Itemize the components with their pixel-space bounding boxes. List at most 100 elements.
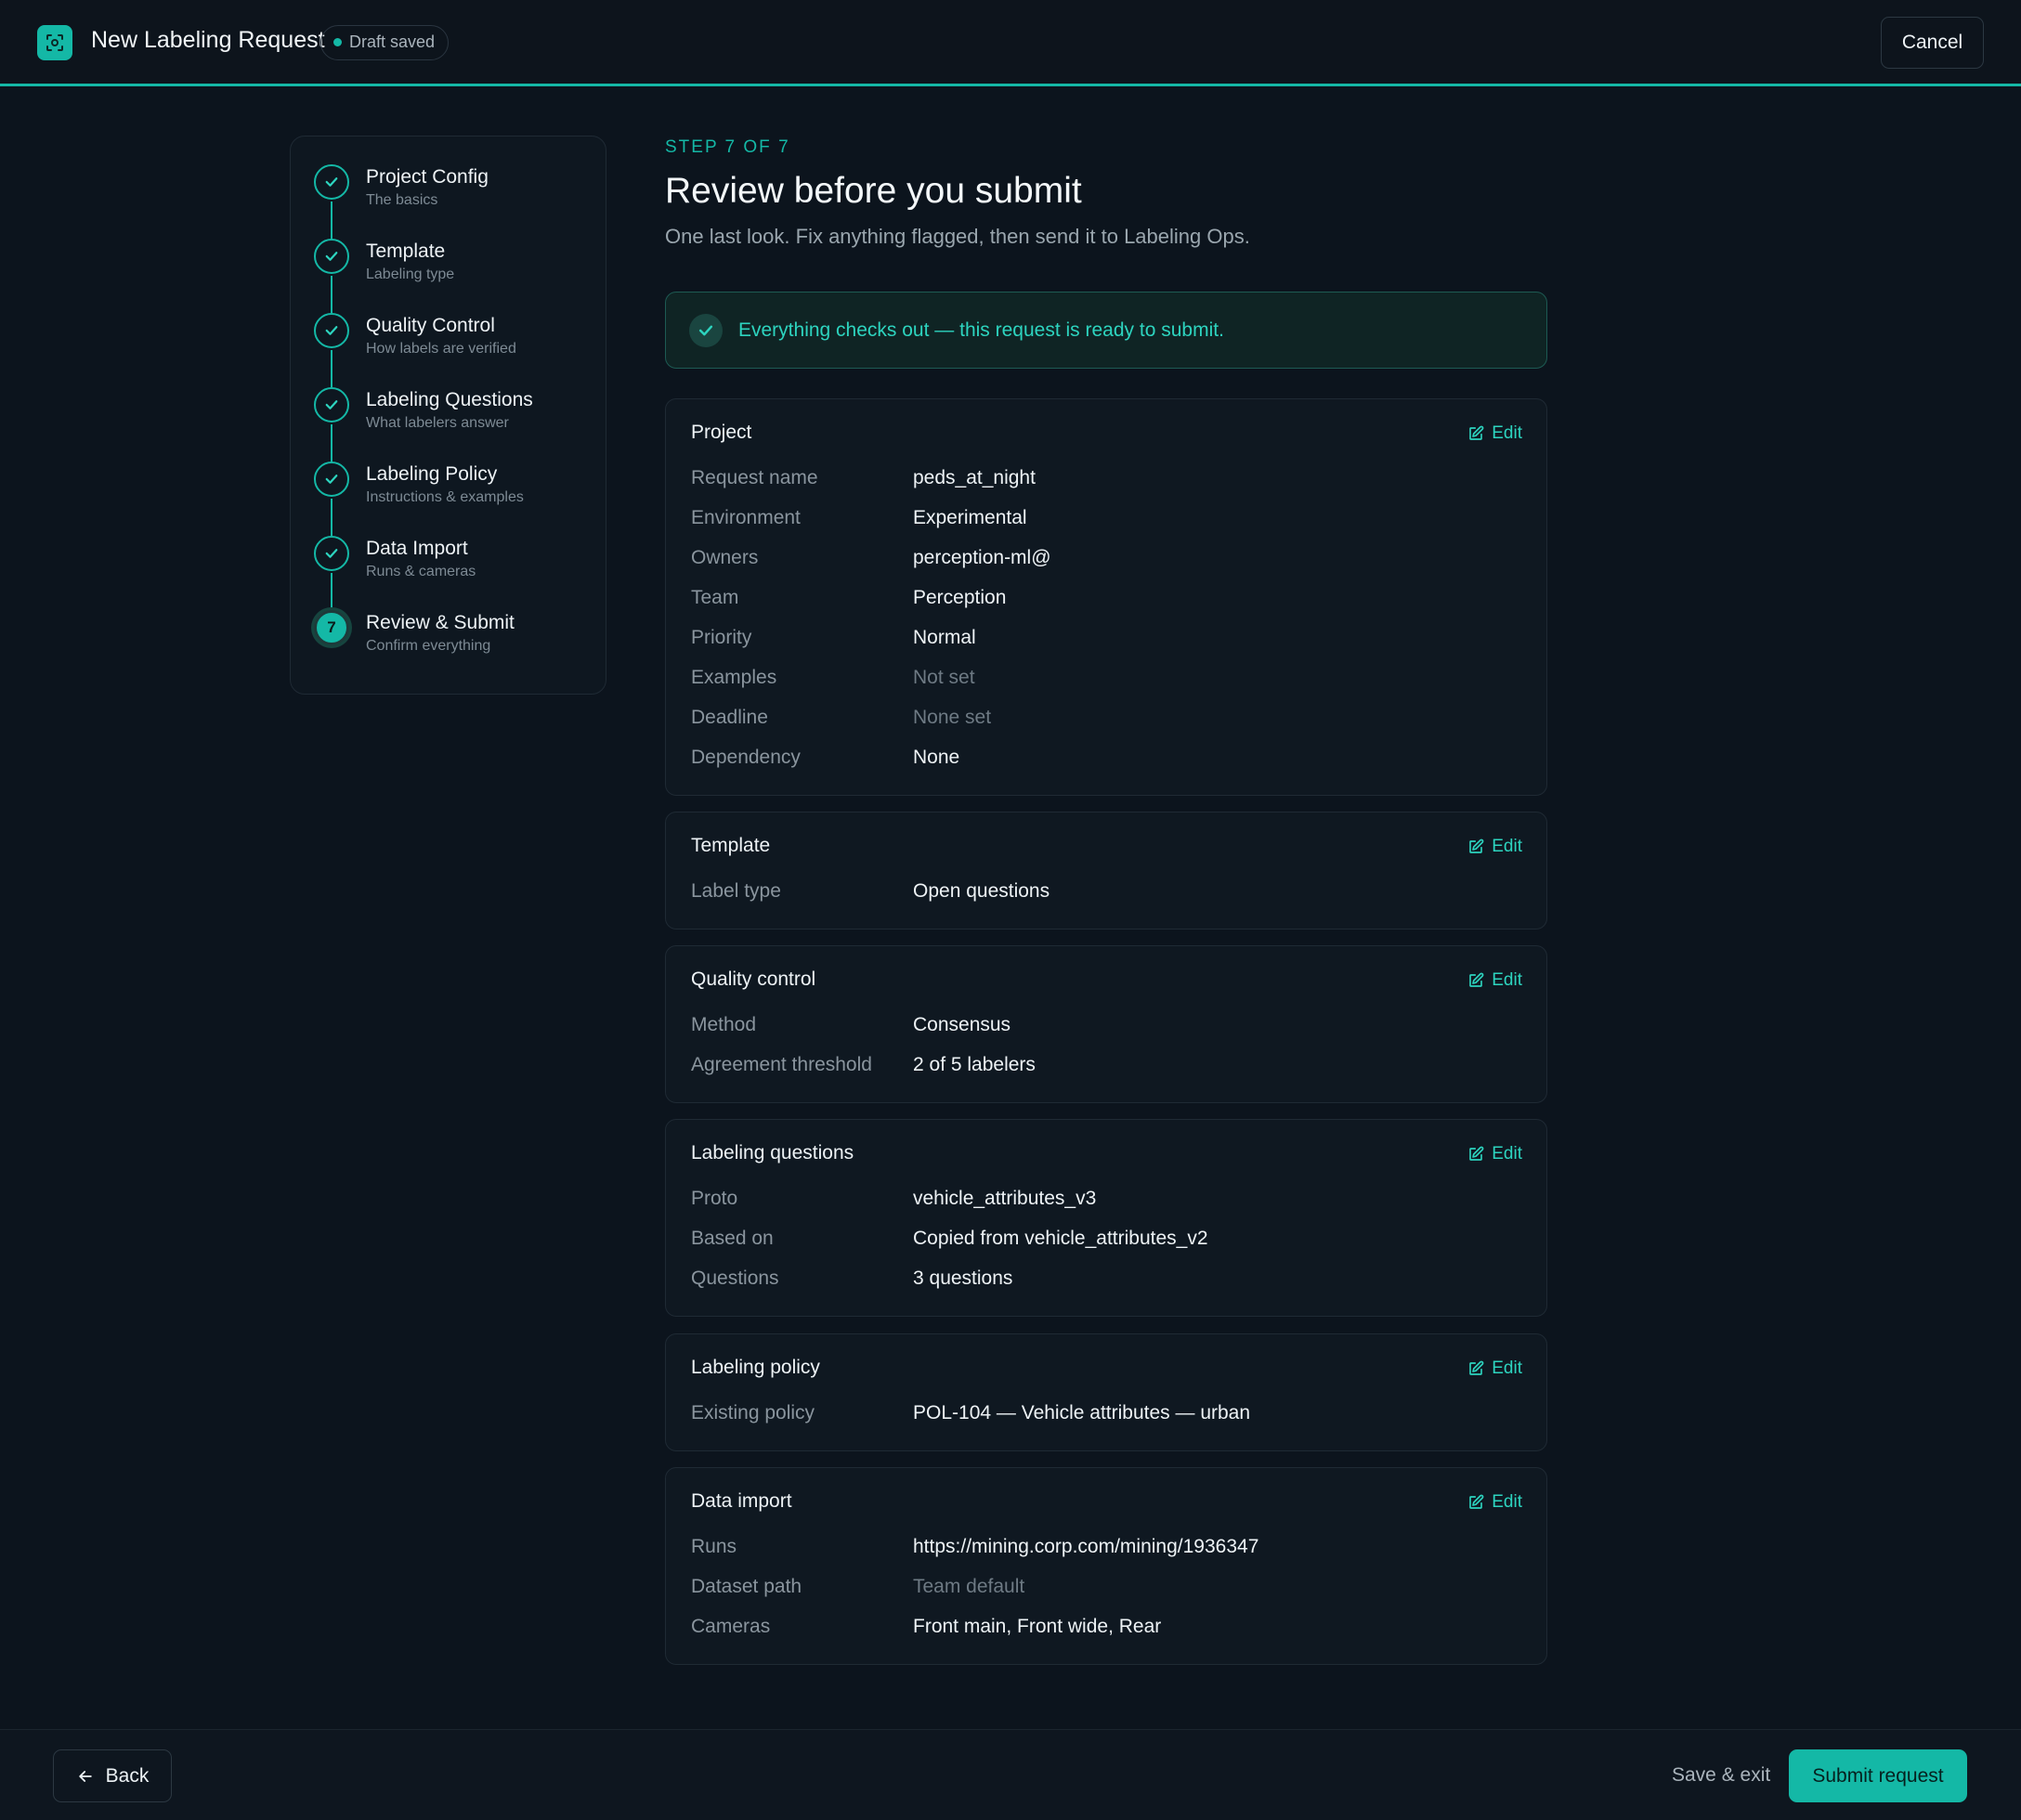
back-label: Back [105, 1764, 150, 1787]
card-title: Labeling policy [691, 1357, 820, 1378]
step-title: Data Import [366, 538, 468, 559]
step-template[interactable]: Template Labeling type [314, 239, 593, 313]
detail-value: Not set [913, 667, 975, 688]
edit-label: Edit [1492, 837, 1522, 856]
detail-row: Dependency None [691, 747, 1527, 774]
step-subtitle: How labels are verified [366, 341, 516, 357]
edit-quality-control-button[interactable]: Edit [1467, 968, 1522, 993]
step-connector [331, 424, 332, 462]
detail-label: Team [691, 587, 739, 608]
step-current-indicator: 7 [314, 610, 349, 645]
step-complete-indicator [314, 164, 349, 200]
card-title: Labeling questions [691, 1142, 854, 1164]
detail-label: Owners [691, 547, 759, 568]
detail-row: Label type Open questions [691, 880, 1527, 908]
edit-label: Edit [1492, 1358, 1522, 1378]
check-icon [325, 177, 338, 187]
detail-value: Consensus [913, 1014, 1011, 1035]
detail-row: Existing policy POL-104 — Vehicle attrib… [691, 1402, 1527, 1430]
step-title: Project Config [366, 166, 489, 188]
step-title: Labeling Questions [366, 389, 533, 410]
page-title: New Labeling Request [91, 27, 325, 53]
card-title: Project [691, 422, 752, 443]
detail-value: Normal [913, 627, 976, 648]
cancel-button[interactable]: Cancel [1881, 17, 1984, 69]
detail-value: Experimental [913, 507, 1027, 528]
card-title: Template [691, 835, 771, 856]
step-labeling-policy[interactable]: Labeling Policy Instructions & examples [314, 462, 593, 536]
detail-value: perception-ml@ [913, 547, 1051, 568]
detail-label: Request name [691, 467, 818, 488]
edit-icon [1469, 1146, 1484, 1161]
detail-value: None [913, 747, 960, 768]
step-connector [331, 350, 332, 387]
edit-project-button[interactable]: Edit [1467, 422, 1522, 446]
edit-icon [1469, 838, 1484, 853]
detail-label: Existing policy [691, 1402, 815, 1424]
detail-label: Dataset path [691, 1576, 802, 1597]
step-title: Quality Control [366, 315, 495, 336]
check-icon [325, 252, 338, 261]
step-title: Labeling Policy [366, 463, 498, 485]
detail-label: Questions [691, 1268, 779, 1289]
detail-value: peds_at_night [913, 467, 1036, 488]
edit-label: Edit [1492, 423, 1522, 443]
section-heading: Review before you submit [665, 171, 1082, 211]
step-connector [331, 202, 332, 239]
detail-label: Agreement threshold [691, 1054, 872, 1075]
check-icon [325, 326, 338, 335]
edit-labeling-questions-button[interactable]: Edit [1467, 1142, 1522, 1166]
detail-value: Front main, Front wide, Rear [913, 1616, 1162, 1637]
step-subtitle: The basics [366, 192, 438, 208]
detail-row: Questions 3 questions [691, 1268, 1527, 1295]
success-banner: Everything checks out — this request is … [665, 292, 1547, 369]
detail-row: Owners perception-ml@ [691, 547, 1527, 575]
detail-value: Open questions [913, 880, 1050, 902]
wizard-stepper: Project Config The basics Template Label… [290, 136, 606, 695]
step-data-import[interactable]: Data Import Runs & cameras [314, 536, 593, 610]
step-subtitle: Runs & cameras [366, 564, 476, 579]
step-complete-indicator [314, 387, 349, 422]
review-card-labeling-policy: Labeling policy Edit Existing policy POL… [665, 1333, 1547, 1451]
check-icon [325, 474, 338, 484]
detail-row: Based on Copied from vehicle_attributes_… [691, 1228, 1527, 1255]
review-card-template: Template Edit Label type Open questions [665, 812, 1547, 930]
save-exit-button[interactable]: Save & exit [1672, 1764, 1770, 1787]
detail-row: Environment Experimental [691, 507, 1527, 535]
detail-label: Runs [691, 1536, 737, 1557]
edit-icon [1469, 1494, 1484, 1509]
camera-focus-icon [46, 34, 63, 51]
step-review-submit[interactable]: 7 Review & Submit Confirm everything [314, 610, 593, 684]
step-project-config[interactable]: Project Config The basics [314, 164, 593, 239]
detail-label: Proto [691, 1188, 738, 1209]
detail-row: Examples Not set [691, 667, 1527, 695]
detail-value: 2 of 5 labelers [913, 1054, 1036, 1075]
detail-value: POL-104 — Vehicle attributes — urban [913, 1402, 1251, 1424]
step-complete-indicator [314, 313, 349, 348]
detail-row: Proto vehicle_attributes_v3 [691, 1188, 1527, 1216]
detail-label: Method [691, 1014, 757, 1035]
detail-label: Cameras [691, 1616, 771, 1637]
detail-label: Label type [691, 880, 781, 902]
check-icon [325, 400, 338, 410]
step-counter: STEP 7 OF 7 [665, 137, 790, 157]
section-description: One last look. Fix anything flagged, the… [665, 225, 1250, 248]
detail-row: Deadline None set [691, 707, 1527, 734]
step-quality-control[interactable]: Quality Control How labels are verified [314, 313, 593, 387]
step-labeling-questions[interactable]: Labeling Questions What labelers answer [314, 387, 593, 462]
success-message: Everything checks out — this request is … [738, 319, 1224, 341]
detail-label: Deadline [691, 707, 768, 728]
edit-data-import-button[interactable]: Edit [1467, 1490, 1522, 1514]
step-title: Template [366, 240, 446, 262]
step-subtitle: Labeling type [366, 266, 455, 282]
review-card-data-import: Data import Edit Runs https://mining.cor… [665, 1467, 1547, 1665]
detail-value: https://mining.corp.com/mining/1936347 [913, 1536, 1259, 1557]
edit-template-button[interactable]: Edit [1467, 835, 1522, 859]
detail-label: Based on [691, 1228, 774, 1249]
detail-row: Runs https://mining.corp.com/mining/1936… [691, 1536, 1527, 1564]
step-complete-indicator [314, 462, 349, 497]
edit-labeling-policy-button[interactable]: Edit [1467, 1357, 1522, 1381]
draft-status-badge: Draft saved [320, 25, 450, 60]
submit-request-button[interactable]: Submit request [1789, 1749, 1967, 1802]
back-button[interactable]: Back [53, 1749, 172, 1802]
